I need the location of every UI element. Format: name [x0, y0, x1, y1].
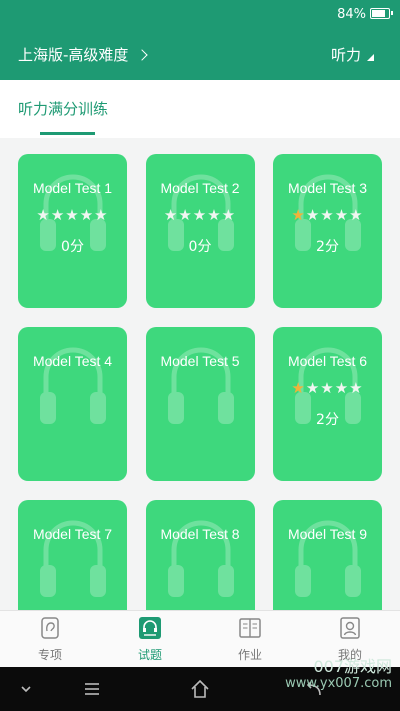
star-icon: ★	[65, 206, 80, 224]
home-icon[interactable]	[186, 675, 214, 703]
star-icon: ★	[178, 206, 193, 224]
test-title: Model Test 4	[32, 353, 113, 369]
test-card-3[interactable]: Model Test 3 ★★★★★ 2分	[273, 154, 382, 308]
test-card-4[interactable]: Model Test 4	[18, 327, 127, 481]
star-icon: ★	[79, 206, 95, 224]
test-score: 0分	[188, 239, 212, 255]
star-icon: ★	[349, 206, 364, 224]
test-score: 2分	[316, 412, 339, 428]
headphones-icon	[40, 520, 106, 597]
dropdown-triangle-icon	[367, 54, 374, 61]
book-icon	[239, 618, 261, 638]
star-icon: ★	[349, 379, 364, 397]
subject-label: 听力	[330, 46, 361, 64]
test-title: Model Test 1	[32, 180, 113, 196]
collapse-icon[interactable]	[12, 675, 40, 703]
headphones-icon	[167, 347, 234, 424]
test-title: Model Test 2	[160, 180, 240, 196]
test-card-1[interactable]: Model Test 1 ★★★★★ 0分	[18, 154, 127, 308]
test-grid-area: Model Test 1 ★★★★★ 0分 Model Test 2 ★★★★★ 0分 Mo…	[0, 138, 400, 610]
ear-icon	[41, 617, 59, 639]
watermark: 007游戏网 www.yx007.com	[285, 658, 392, 692]
nav-label: 专项	[37, 648, 62, 662]
subject-dropdown[interactable]: 听力	[331, 44, 374, 65]
tab-bar: 听力满分训练	[0, 80, 400, 136]
user-icon	[340, 617, 360, 639]
test-title: Model Test 9	[287, 526, 368, 542]
test-title: Model Test 8	[160, 526, 240, 542]
star-icon: ★	[36, 206, 51, 224]
status-bar: 84%	[0, 0, 400, 30]
star-icon: ★	[192, 206, 208, 224]
test-card-6[interactable]: Model Test 6 ★★★★★ 2分	[273, 327, 382, 481]
nav-item-1[interactable]: 试题	[100, 611, 200, 668]
headphones-icon	[295, 520, 361, 597]
tab-underline	[40, 132, 95, 135]
star-rating: ★★★★★	[18, 206, 127, 224]
nav-item-0[interactable]: 专项	[0, 611, 100, 668]
tab-listening-training[interactable]: 听力满分训练	[18, 98, 108, 119]
star-icon: ★	[334, 206, 350, 224]
star-rating: ★★★★★	[273, 379, 382, 397]
headphones-list-icon	[139, 617, 161, 639]
star-icon: ★	[163, 206, 179, 224]
test-score: 0分	[61, 239, 84, 255]
test-score: 2分	[316, 239, 339, 255]
star-icon: ★	[305, 206, 321, 224]
star-icon: ★	[320, 206, 335, 224]
star-icon: ★	[207, 206, 222, 224]
star-icon: ★	[94, 206, 109, 224]
battery-icon	[370, 8, 393, 19]
battery-percentage: 84%	[337, 7, 366, 22]
test-card-5[interactable]: Model Test 5	[145, 327, 255, 481]
headphones-icon	[167, 520, 234, 597]
star-rating: ★★★★★	[146, 206, 255, 224]
watermark-line2: www.yx007.com	[285, 676, 392, 691]
test-title: Model Test 6	[287, 353, 368, 369]
nav-label: 试题	[137, 648, 162, 662]
test-card-8[interactable]: Model Test 8	[145, 500, 255, 610]
star-icon: ★	[291, 206, 306, 224]
watermark-line1: 007游戏网	[313, 657, 392, 676]
test-title: Model Test 5	[160, 353, 240, 369]
test-title: Model Test 7	[32, 526, 113, 542]
chevron-right-icon	[136, 48, 149, 61]
star-icon: ★	[334, 379, 350, 397]
star-icon: ★	[221, 206, 237, 224]
header-bar: 上海版-高级难度 听力	[0, 30, 400, 80]
headphones-icon	[40, 347, 106, 424]
level-label: 上海版-高级难度	[18, 46, 129, 64]
test-card-2[interactable]: Model Test 2 ★★★★★ 0分	[145, 154, 255, 308]
star-icon: ★	[291, 379, 306, 397]
test-card-7[interactable]: Model Test 7	[18, 500, 127, 610]
menu-icon[interactable]	[78, 675, 106, 703]
test-card-9[interactable]: Model Test 9	[273, 500, 382, 610]
star-rating: ★★★★★	[273, 206, 382, 224]
test-title: Model Test 3	[287, 180, 368, 196]
level-selector[interactable]: 上海版-高级难度	[18, 44, 149, 65]
star-icon: ★	[305, 379, 321, 397]
star-icon: ★	[320, 379, 335, 397]
star-icon: ★	[50, 206, 66, 224]
